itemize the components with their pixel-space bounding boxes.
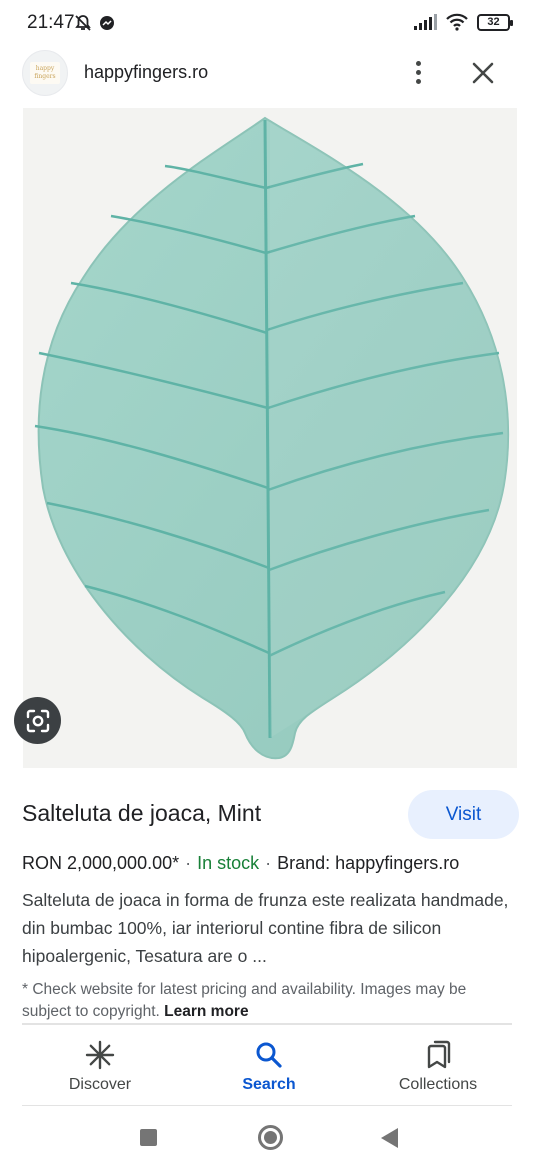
- asterisk-icon: [85, 1040, 115, 1070]
- google-lens-button[interactable]: [14, 697, 61, 744]
- nav-divider: [22, 1105, 512, 1106]
- product-title[interactable]: Salteluta de joaca, Mint: [22, 800, 261, 827]
- product-brand: Brand: happyfingers.ro: [277, 853, 460, 873]
- system-navigation: [0, 1110, 540, 1170]
- product-image[interactable]: [23, 108, 517, 768]
- nav-collections[interactable]: Collections: [358, 1038, 518, 1094]
- site-avatar[interactable]: happy fingers: [22, 50, 68, 96]
- product-meta: RON 2,000,000.00* · In stock · Brand: happyf…: [22, 853, 459, 874]
- site-name[interactable]: happyfingers.ro: [84, 62, 208, 83]
- nav-collections-label: Collections: [398, 1076, 478, 1093]
- wifi-icon: [446, 13, 468, 31]
- disclaimer: * Check website for latest pricing and a…: [22, 979, 512, 1023]
- bookmarks-icon: [427, 1040, 451, 1069]
- lens-icon: [26, 709, 49, 732]
- product-price: RON 2,000,000.00*: [22, 853, 180, 873]
- separator-dot: ·: [265, 853, 272, 873]
- more-dot: [415, 60, 421, 66]
- separator-dot: ·: [185, 853, 192, 873]
- bottom-navigation: Discover Search Collections: [0, 1028, 540, 1104]
- more-dot: [415, 78, 421, 84]
- recent-apps-button[interactable]: [140, 1129, 157, 1146]
- stock-status: In stock: [197, 853, 260, 873]
- more-options-button[interactable]: [404, 58, 432, 86]
- back-button[interactable]: [381, 1128, 398, 1148]
- home-button[interactable]: [258, 1125, 283, 1150]
- status-icons-left: [74, 14, 116, 32]
- leaf-mat-illustration: [23, 108, 517, 768]
- close-icon[interactable]: [468, 58, 498, 88]
- nav-search-label: Search: [242, 1076, 296, 1093]
- nav-search[interactable]: Search: [189, 1038, 349, 1094]
- nav-discover[interactable]: Discover: [20, 1038, 180, 1094]
- signal-icon: [414, 14, 437, 30]
- result-header: happy fingers happyfingers.ro: [0, 46, 540, 108]
- more-dot: [415, 69, 421, 75]
- product-description: Salteluta de joaca in forma de frunza es…: [22, 890, 509, 966]
- visit-button[interactable]: Visit: [408, 790, 519, 839]
- search-icon: [256, 1042, 282, 1068]
- status-time: 21:47: [27, 12, 75, 33]
- status-icons-right: 32: [413, 13, 513, 31]
- battery-icon: 32: [477, 13, 513, 31]
- nav-discover-label: Discover: [68, 1076, 132, 1093]
- status-bar: 21:47 32: [0, 0, 540, 46]
- mute-icon: [75, 15, 91, 31]
- messenger-icon: [100, 16, 114, 30]
- divider: [22, 1023, 512, 1025]
- site-logo: happy fingers: [30, 62, 60, 84]
- learn-more-link[interactable]: Learn more: [164, 1003, 248, 1020]
